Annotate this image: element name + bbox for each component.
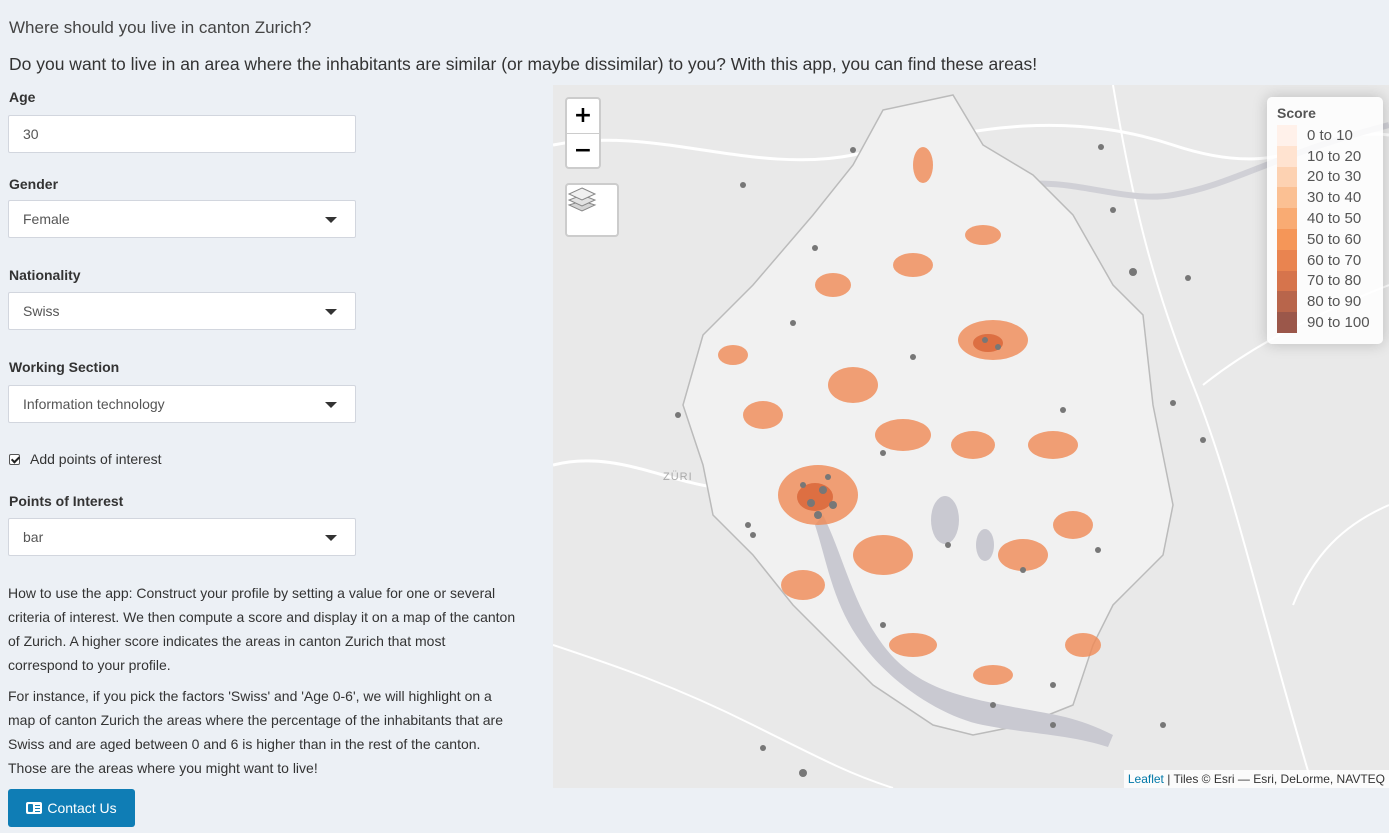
attribution-text: | Tiles © Esri — Esri, DeLorme, NAVTEQ — [1163, 772, 1385, 786]
legend-swatch — [1277, 166, 1297, 188]
legend-item: 50 to 60 — [1277, 228, 1373, 250]
legend-swatch — [1277, 208, 1297, 229]
page-subtitle: Do you want to live in an area where the… — [9, 54, 1038, 74]
chevron-down-icon — [325, 402, 337, 408]
legend-label: 40 to 50 — [1307, 210, 1362, 228]
contact-us-button[interactable]: Contact Us — [8, 789, 135, 827]
nationality-select[interactable]: Swiss — [8, 292, 356, 330]
zoom-out-button[interactable]: − — [567, 134, 599, 168]
poi-checkbox-label: Add points of interest — [30, 451, 162, 467]
help-paragraph-1: How to use the app: Construct your profi… — [8, 585, 516, 673]
help-paragraph-2: For instance, if you pick the factors 'S… — [8, 688, 503, 776]
legend-label: 30 to 40 — [1307, 189, 1362, 207]
legend-label: 50 to 60 — [1307, 230, 1362, 248]
map-view[interactable]: ZÜRI + − Score 0 to 10 10 to 20 20 to 30 30… — [553, 85, 1389, 788]
legend-swatch — [1277, 312, 1297, 333]
layers-icon — [567, 187, 597, 212]
chevron-down-icon — [325, 309, 337, 315]
legend-label: 20 to 30 — [1307, 168, 1362, 186]
legend-swatch — [1277, 228, 1297, 250]
nationality-value: Swiss — [23, 303, 60, 319]
legend-swatch — [1277, 187, 1297, 209]
legend-swatch — [1277, 249, 1297, 271]
id-card-icon — [26, 802, 43, 814]
nationality-label: Nationality — [9, 267, 81, 283]
age-input[interactable]: 30 — [8, 115, 356, 153]
legend-item: 20 to 30 — [1277, 166, 1373, 188]
working-section-value: Information technology — [23, 396, 165, 412]
age-label: Age — [9, 89, 36, 105]
city-label: ZÜRI — [663, 471, 693, 483]
leaflet-link[interactable]: Leaflet — [1128, 772, 1164, 786]
points-of-interest-label: Points of Interest — [9, 493, 124, 509]
legend-label: 70 to 80 — [1307, 272, 1362, 290]
legend-label: 0 to 10 — [1307, 126, 1353, 144]
legend-label: 60 to 70 — [1307, 251, 1362, 269]
legend-item: 10 to 20 — [1277, 145, 1373, 167]
legend-swatch — [1277, 270, 1297, 292]
legend-item: 60 to 70 — [1277, 249, 1373, 271]
legend-title: Score — [1277, 105, 1316, 121]
legend-swatch — [1277, 125, 1297, 146]
legend-item: 0 to 10 — [1277, 125, 1373, 146]
legend-item: 80 to 90 — [1277, 291, 1373, 313]
gender-select[interactable]: Female — [8, 200, 356, 238]
gender-value: Female — [23, 211, 70, 227]
contact-us-label: Contact Us — [47, 800, 117, 816]
map-attribution: Leaflet | Tiles © Esri — Esri, DeLorme, … — [1123, 770, 1389, 788]
page-title: Where should you live in canton Zurich? — [9, 18, 312, 37]
poi-checkbox[interactable] — [9, 453, 20, 465]
legend-item: 30 to 40 — [1277, 187, 1373, 209]
layers-button[interactable] — [565, 183, 619, 237]
points-of-interest-value: bar — [23, 529, 44, 545]
legend-label: 80 to 90 — [1307, 293, 1362, 311]
legend-label: 10 to 20 — [1307, 147, 1362, 165]
legend-item: 40 to 50 — [1277, 208, 1373, 229]
legend-swatch — [1277, 291, 1297, 313]
legend-item: 90 to 100 — [1277, 312, 1373, 333]
points-of-interest-select[interactable]: bar — [8, 518, 356, 556]
legend-swatch — [1277, 145, 1297, 167]
age-value: 30 — [23, 126, 39, 142]
legend-item: 70 to 80 — [1277, 270, 1373, 292]
legend-label: 90 to 100 — [1307, 314, 1370, 332]
zoom-control: + − — [565, 97, 601, 169]
chevron-down-icon — [325, 535, 337, 541]
chevron-down-icon — [325, 217, 337, 223]
score-legend: Score 0 to 10 10 to 20 20 to 30 30 to 40 40 … — [1267, 97, 1383, 344]
working-section-select[interactable]: Information technology — [8, 385, 356, 423]
poi-checkbox-row[interactable]: Add points of interest — [9, 451, 162, 467]
gender-label: Gender — [9, 176, 59, 192]
zoom-in-button[interactable]: + — [567, 99, 599, 134]
map-canvas[interactable] — [553, 85, 1389, 788]
working-section-label: Working Section — [9, 359, 120, 375]
